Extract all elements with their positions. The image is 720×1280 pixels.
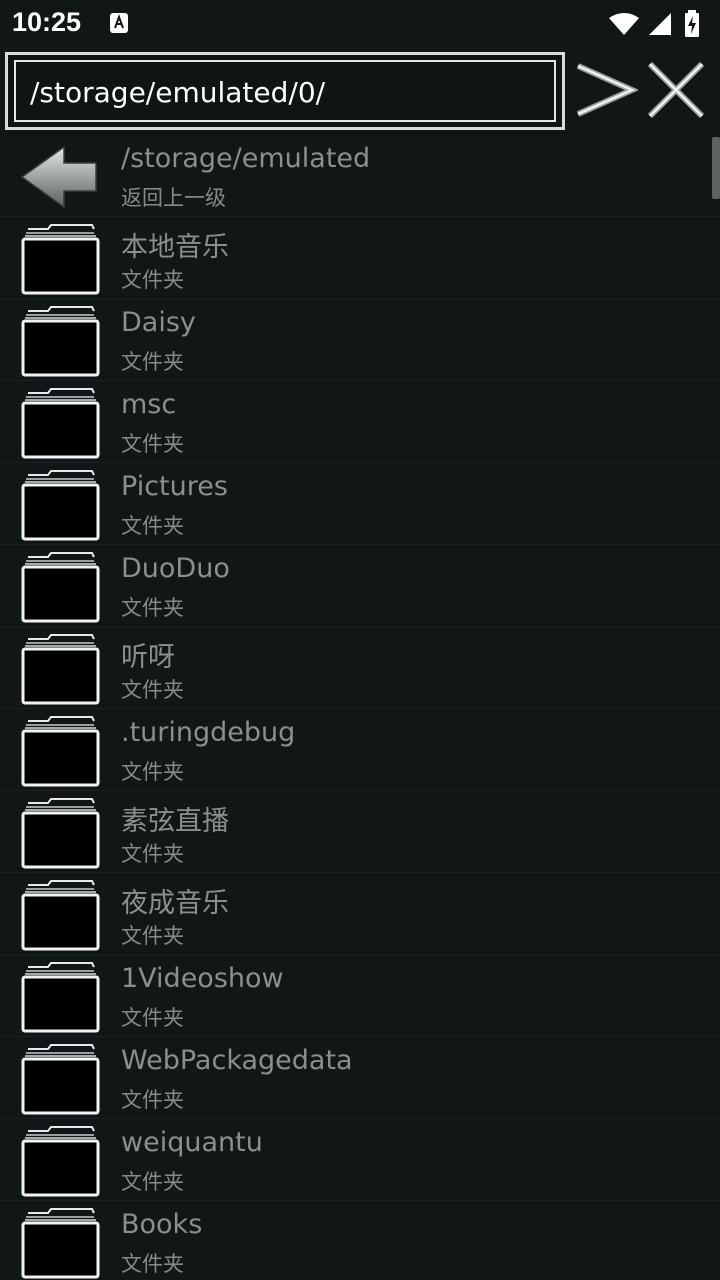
folder-name-label: 本地音乐 [121,232,229,263]
folder-icon [21,552,100,623]
folder-row[interactable]: 夜成音乐 文件夹 [0,873,720,955]
path-input-border [14,60,556,122]
folder-name-label: weiquantu [121,1127,263,1158]
folder-type-label: 文件夹 [121,1170,184,1194]
folder-name-label: Books [121,1209,203,1240]
scrollbar[interactable] [712,137,720,199]
folder-row[interactable]: 素弦直播 文件夹 [0,791,720,873]
parent-directory-row[interactable]: /storage/emulated 返回上一级 [0,135,720,217]
status-bar: 10:25 [0,0,720,48]
folder-row[interactable]: 1Videoshow 文件夹 [0,955,720,1037]
path-input[interactable] [30,72,550,112]
back-arrow-icon [20,145,97,209]
folder-row[interactable]: weiquantu 文件夹 [0,1119,720,1201]
accessibility-notification-icon [110,13,128,33]
folder-name-label: WebPackagedata [121,1045,353,1076]
folder-type-label: 文件夹 [121,596,184,620]
folder-name-label: msc [121,389,177,420]
folder-type-label: 文件夹 [121,1006,184,1030]
folder-row[interactable]: DuoDuo 文件夹 [0,545,720,627]
folder-icon [21,634,100,705]
signal-icon [649,13,671,35]
folder-name-label: 夜成音乐 [121,888,229,919]
folder-type-label: 文件夹 [121,678,184,702]
folder-type-label: 文件夹 [121,514,184,538]
folder-row[interactable]: Books 文件夹 [0,1201,720,1280]
close-icon[interactable] [644,58,708,122]
go-arrow-icon[interactable] [574,58,638,122]
folder-row[interactable]: Daisy 文件夹 [0,299,720,381]
folder-type-label: 文件夹 [121,350,184,374]
folder-icon [21,388,100,459]
folder-name-label: .turingdebug [121,717,296,748]
folder-icon [21,1208,100,1279]
folder-row[interactable]: msc 文件夹 [0,381,720,463]
path-bar [0,52,720,132]
battery-charging-icon [685,10,699,37]
folder-icon [21,880,100,951]
folder-row[interactable]: 本地音乐 文件夹 [0,217,720,299]
folder-type-label: 文件夹 [121,760,184,784]
parent-subtitle-label: 返回上一级 [121,186,226,210]
folder-icon [21,224,100,295]
folder-name-label: DuoDuo [121,553,230,584]
folder-type-label: 文件夹 [121,924,184,948]
folder-name-label: 1Videoshow [121,963,284,994]
wifi-icon [609,13,639,35]
folder-icon [21,470,100,541]
folder-type-label: 文件夹 [121,268,184,292]
folder-type-label: 文件夹 [121,1252,184,1276]
file-list: /storage/emulated 返回上一级 本地音乐 文件夹 Daisy 文… [0,135,720,1280]
folder-name-label: 素弦直播 [121,806,229,837]
folder-row[interactable]: Pictures 文件夹 [0,463,720,545]
folder-row[interactable]: WebPackagedata 文件夹 [0,1037,720,1119]
folder-type-label: 文件夹 [121,842,184,866]
folder-name-label: Pictures [121,471,228,502]
folder-icon [21,1126,100,1197]
folder-name-label: 听呀 [121,642,175,673]
folder-icon [21,962,100,1033]
status-time: 10:25 [12,7,82,37]
folder-icon [21,1044,100,1115]
folder-row[interactable]: .turingdebug 文件夹 [0,709,720,791]
status-icons [608,10,708,38]
folder-icon [21,716,100,787]
folder-icon [21,306,100,377]
folder-icon [21,798,100,869]
folder-type-label: 文件夹 [121,1088,184,1112]
parent-path-label: /storage/emulated [121,143,371,174]
folder-type-label: 文件夹 [121,432,184,456]
folder-name-label: Daisy [121,307,196,338]
path-input-frame [5,52,565,130]
folder-row[interactable]: 听呀 文件夹 [0,627,720,709]
